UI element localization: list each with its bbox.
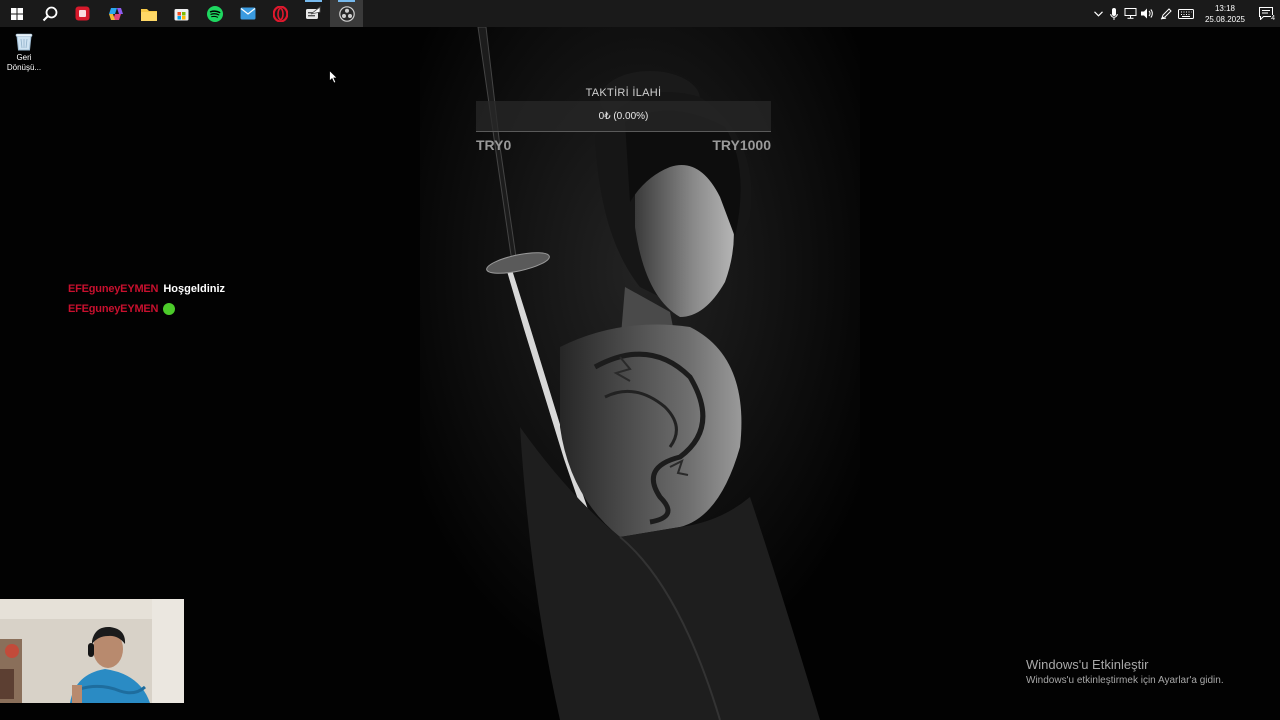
- taskbar-app-store[interactable]: [165, 0, 198, 27]
- taskbar-app-copilot[interactable]: [99, 0, 132, 27]
- network-icon: [1124, 8, 1136, 19]
- clock[interactable]: 13:18 25.08.2025: [1202, 3, 1248, 25]
- chat-username: EFEguneyEYMEN: [68, 303, 159, 315]
- donation-min-label: TRY0: [476, 137, 512, 153]
- search-button[interactable]: [33, 0, 66, 27]
- keyboard-icon: [1178, 8, 1194, 19]
- speaker-icon: [1140, 8, 1153, 19]
- network-tray-button[interactable]: [1122, 0, 1138, 27]
- clock-time: 13:18: [1214, 3, 1236, 13]
- donation-progress-text: 0₺ (0.00%): [598, 110, 649, 122]
- mouse-cursor-icon: [329, 70, 338, 84]
- recycle-bin-label: Geri Dönüşü...: [6, 53, 42, 72]
- taskbar-app-explorer[interactable]: [132, 0, 165, 27]
- taskbar-app-opera[interactable]: [264, 0, 297, 27]
- microphone-tray-button[interactable]: [1106, 0, 1122, 27]
- recycle-bin-icon: [15, 33, 33, 51]
- folder-icon: [140, 8, 157, 21]
- pen-tray-button[interactable]: [1158, 0, 1174, 27]
- start-button[interactable]: [0, 0, 33, 27]
- windows-activation-watermark: Windows'u Etkinleştir Windows'u etkinleş…: [1026, 657, 1224, 688]
- chat-overlay: EFEguneyEYMEN Hoşgeldiniz EFEguneyEYMEN: [68, 279, 225, 319]
- activation-subtitle: Windows'u etkinleştirmek için Ayarlar'a …: [1026, 675, 1224, 686]
- taskbar-app-red[interactable]: [66, 0, 99, 27]
- chat-text: Hoşgeldiniz: [163, 283, 226, 295]
- donation-max-label: TRY1000: [712, 137, 771, 153]
- system-tray: 13:18 25.08.2025 4: [1090, 0, 1280, 27]
- clock-date: 25.08.2025: [1204, 14, 1246, 24]
- donation-goal-widget: TAKTİRİ İLAHİ 0₺ (0.00%) TRY0 TRY1000: [476, 85, 771, 153]
- windows-logo-icon: [10, 7, 23, 20]
- notification-count: 4: [1271, 15, 1275, 22]
- copilot-icon: [108, 7, 123, 20]
- red-app-icon: [75, 6, 90, 21]
- chevron-up-icon: [1093, 10, 1103, 17]
- activation-title: Windows'u Etkinleştir: [1026, 657, 1149, 672]
- notification-center-button[interactable]: 4: [1252, 0, 1280, 27]
- donation-goal-title: TAKTİRİ İLAHİ: [585, 87, 662, 99]
- green-emote-icon: [163, 303, 176, 315]
- taskbar-app-obs[interactable]: [330, 0, 363, 27]
- webcam-feed: [0, 599, 184, 703]
- taskbar-app-mail[interactable]: [231, 0, 264, 27]
- donation-range: TRY0 TRY1000: [476, 137, 771, 153]
- taskbar: 13:18 25.08.2025 4: [0, 0, 1280, 27]
- chat-message: EFEguneyEYMEN: [68, 299, 225, 319]
- opera-icon: [273, 5, 288, 22]
- obs-icon: [338, 5, 355, 22]
- mail-icon: [240, 7, 255, 20]
- taskbar-app-spotify[interactable]: [198, 0, 231, 27]
- spotify-icon: [206, 5, 223, 22]
- show-hidden-icons-button[interactable]: [1090, 0, 1106, 27]
- keyboard-tray-button[interactable]: [1174, 0, 1198, 27]
- rocket-icon: [306, 6, 321, 19]
- donation-progress-bar: 0₺ (0.00%): [476, 101, 771, 132]
- store-icon: [174, 9, 189, 21]
- recycle-bin-shortcut[interactable]: Geri Dönüşü...: [4, 31, 44, 73]
- microphone-icon: [1110, 7, 1118, 20]
- volume-tray-button[interactable]: [1138, 0, 1154, 27]
- chat-message: EFEguneyEYMEN Hoşgeldiniz: [68, 279, 225, 299]
- chat-username: EFEguneyEYMEN: [68, 283, 159, 295]
- pen-icon: [1160, 8, 1172, 20]
- search-icon: [42, 6, 57, 21]
- taskbar-app-rocket[interactable]: [297, 0, 330, 27]
